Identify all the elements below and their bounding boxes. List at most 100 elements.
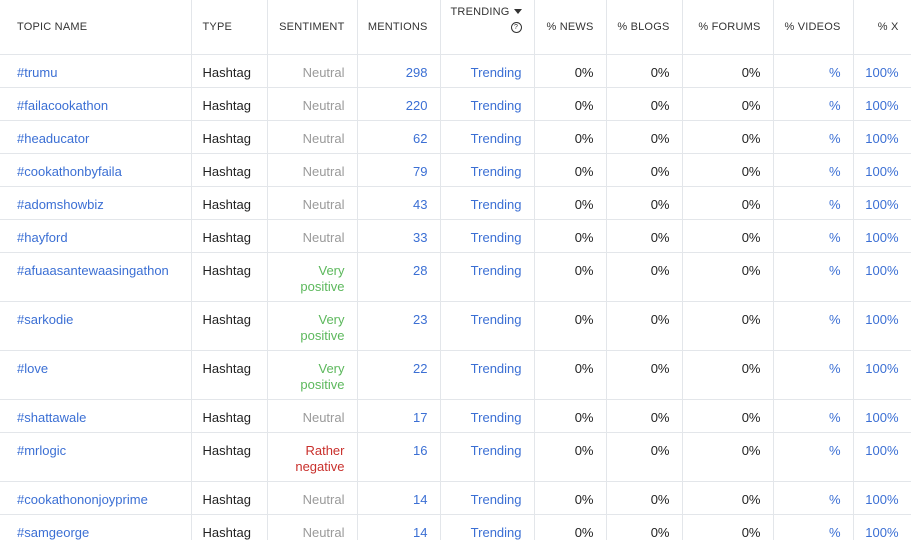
column-header-type[interactable]: TYPE (191, 0, 268, 55)
topic-name-link[interactable]: #adomshowbiz (0, 186, 192, 220)
trending-link-text[interactable]: Trending (471, 263, 522, 278)
topic-name-link[interactable]: #cookathononjoyprime (0, 481, 192, 515)
table-row[interactable]: #adomshowbiz Hashtag Neutral 43 Trending 0% 0%… (0, 186, 911, 220)
topic-name-link[interactable]: #trumu (0, 54, 192, 88)
column-header-videos[interactable]: % VIDEOS (773, 0, 854, 55)
trending-link-text[interactable]: Trending (471, 525, 522, 540)
videos-pct-link[interactable]: % (773, 514, 854, 540)
trending-link[interactable]: Trending (440, 252, 535, 302)
x-pct-link-text[interactable]: 100% (865, 361, 898, 376)
topic-name-link[interactable]: #sarkodie (0, 301, 192, 351)
topic-name-link-text[interactable]: #adomshowbiz (17, 197, 104, 212)
mentions-link[interactable]: 220 (357, 87, 441, 121)
trending-link[interactable]: Trending (440, 432, 535, 482)
x-pct-link-text[interactable]: 100% (865, 98, 898, 113)
videos-pct-link-text[interactable]: % (829, 410, 841, 425)
x-pct-link-text[interactable]: 100% (865, 230, 898, 245)
trending-link[interactable]: Trending (440, 87, 535, 121)
trending-link-text[interactable]: Trending (471, 230, 522, 245)
videos-pct-link-text[interactable]: % (829, 263, 841, 278)
column-header-sentiment[interactable]: SENTIMENT (267, 0, 358, 55)
topic-name-link-text[interactable]: #trumu (17, 65, 57, 80)
x-pct-link-text[interactable]: 100% (865, 312, 898, 327)
topic-name-link-text[interactable]: #hayford (17, 230, 68, 245)
column-header-topic[interactable]: TOPIC NAME (0, 0, 192, 55)
videos-pct-link[interactable]: % (773, 350, 854, 400)
x-pct-link-text[interactable]: 100% (865, 525, 898, 540)
videos-pct-link[interactable]: % (773, 432, 854, 482)
table-row[interactable]: #failacookathon Hashtag Neutral 220 Trending… (0, 87, 911, 121)
videos-pct-link[interactable]: % (773, 301, 854, 351)
trending-link-text[interactable]: Trending (471, 312, 522, 327)
mentions-link-text[interactable]: 220 (406, 98, 428, 113)
videos-pct-link-text[interactable]: % (829, 197, 841, 212)
mentions-link[interactable]: 23 (357, 301, 441, 351)
videos-pct-link[interactable]: % (773, 153, 854, 187)
x-pct-link-text[interactable]: 100% (865, 410, 898, 425)
help-circle-icon[interactable]: ? (510, 22, 522, 33)
column-header-forums[interactable]: % FORUMS (682, 0, 774, 55)
mentions-link[interactable]: 28 (357, 252, 441, 302)
topic-name-link-text[interactable]: #cookathononjoyprime (17, 492, 148, 507)
mentions-link[interactable]: 16 (357, 432, 441, 482)
topic-name-link-text[interactable]: #afuaasantewaasingathon (17, 263, 169, 278)
x-pct-link-text[interactable]: 100% (865, 164, 898, 179)
topic-name-link-text[interactable]: #headucator (17, 131, 89, 146)
topic-name-link[interactable]: #afuaasantewaasingathon (0, 252, 192, 302)
column-header-blogs[interactable]: % BLOGS (606, 0, 683, 55)
topic-name-link-text[interactable]: #failacookathon (17, 98, 108, 113)
mentions-link[interactable]: 14 (357, 514, 441, 540)
videos-pct-link-text[interactable]: % (829, 525, 841, 540)
topic-name-link-text[interactable]: #samgeorge (17, 525, 89, 540)
videos-pct-link[interactable]: % (773, 219, 854, 253)
caret-down-icon[interactable] (513, 8, 522, 14)
trending-link[interactable]: Trending (440, 399, 535, 433)
trending-link-text[interactable]: Trending (471, 164, 522, 179)
mentions-link[interactable]: 33 (357, 219, 441, 253)
mentions-link-text[interactable]: 298 (406, 65, 428, 80)
x-pct-link[interactable]: 100% (853, 120, 911, 154)
x-pct-link-text[interactable]: 100% (865, 443, 898, 458)
x-pct-link[interactable]: 100% (853, 54, 911, 88)
mentions-link-text[interactable]: 16 (413, 443, 427, 458)
topic-name-link[interactable]: #love (0, 350, 192, 400)
table-row[interactable]: #afuaasantewaasingathon Hashtag Very positi… (0, 252, 911, 302)
mentions-link-text[interactable]: 79 (413, 164, 427, 179)
topic-name-link-text[interactable]: #mrlogic (17, 443, 66, 458)
topic-name-link-text[interactable]: #sarkodie (17, 312, 73, 327)
videos-pct-link-text[interactable]: % (829, 65, 841, 80)
trending-link-text[interactable]: Trending (471, 98, 522, 113)
table-row[interactable]: #cookathonbyfaila Hashtag Neutral 79 Trendin… (0, 153, 911, 187)
mentions-link-text[interactable]: 23 (413, 312, 427, 327)
x-pct-link[interactable]: 100% (853, 219, 911, 253)
x-pct-link[interactable]: 100% (853, 350, 911, 400)
trending-link[interactable]: Trending (440, 350, 535, 400)
topic-name-link[interactable]: #headucator (0, 120, 192, 154)
column-header-mentions[interactable]: MENTIONS (357, 0, 441, 55)
topic-name-link-text[interactable]: #love (17, 361, 48, 376)
trending-link-text[interactable]: Trending (471, 443, 522, 458)
videos-pct-link[interactable]: % (773, 399, 854, 433)
mentions-link[interactable]: 62 (357, 120, 441, 154)
videos-pct-link-text[interactable]: % (829, 361, 841, 376)
table-row[interactable]: #shattawale Hashtag Neutral 17 Trending 0% 0% 0… (0, 399, 911, 433)
x-pct-link-text[interactable]: 100% (865, 131, 898, 146)
trending-link-text[interactable]: Trending (471, 131, 522, 146)
videos-pct-link-text[interactable]: % (829, 443, 841, 458)
x-pct-link-text[interactable]: 100% (865, 263, 898, 278)
mentions-link[interactable]: 22 (357, 350, 441, 400)
x-pct-link[interactable]: 100% (853, 399, 911, 433)
column-header-trending[interactable]: TRENDING ? (440, 0, 535, 55)
table-row[interactable]: #mrlogic Hashtag Rather negative 16 Trending 0… (0, 432, 911, 482)
table-row[interactable]: #love Hashtag Very positive 22 Trending 0% 0% 0%… (0, 350, 911, 400)
trending-link[interactable]: Trending (440, 514, 535, 540)
topic-name-link[interactable]: #samgeorge (0, 514, 192, 540)
table-row[interactable]: #cookathononjoyprime Hashtag Neutral 14 Tren… (0, 481, 911, 515)
topic-name-link[interactable]: #shattawale (0, 399, 192, 433)
mentions-link[interactable]: 17 (357, 399, 441, 433)
topic-name-link[interactable]: #failacookathon (0, 87, 192, 121)
videos-pct-link[interactable]: % (773, 120, 854, 154)
x-pct-link[interactable]: 100% (853, 252, 911, 302)
mentions-link-text[interactable]: 14 (413, 525, 427, 540)
x-pct-link[interactable]: 100% (853, 87, 911, 121)
